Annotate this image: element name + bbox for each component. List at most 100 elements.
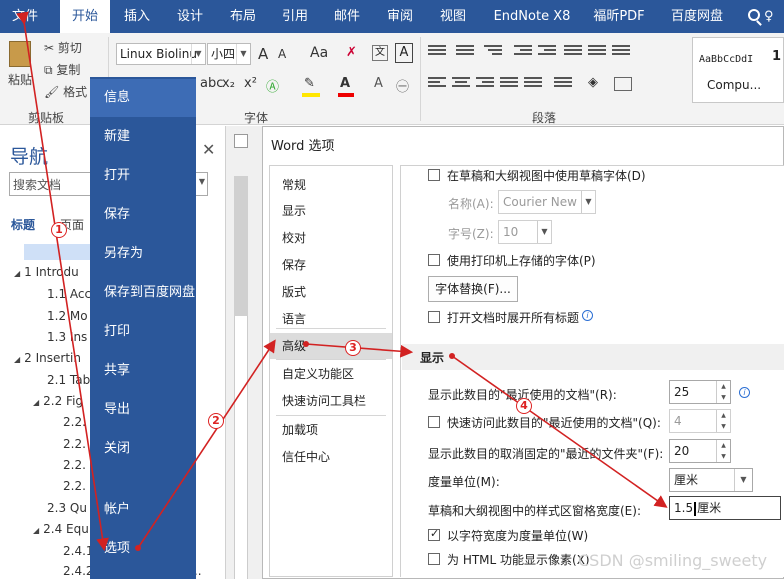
unpinned-folders-spinner[interactable]: 20 ▲ ▼ bbox=[669, 439, 731, 463]
sort-icon[interactable] bbox=[588, 45, 606, 59]
char-width-checkbox[interactable] bbox=[428, 527, 440, 541]
category-advanced[interactable]: 高级 bbox=[270, 333, 392, 359]
file-menu-options[interactable]: 选项 bbox=[90, 530, 196, 568]
copy-button[interactable]: ⧉ 复制 bbox=[44, 61, 80, 78]
nav-heading[interactable]: 2.2. bbox=[63, 458, 86, 472]
chinese-layout-icon[interactable] bbox=[564, 45, 582, 59]
decrease-indent-icon[interactable] bbox=[514, 45, 532, 59]
category-customize-ribbon[interactable]: 自定义功能区 bbox=[270, 361, 392, 387]
multilevel-list-icon[interactable] bbox=[484, 45, 502, 59]
category-proofing[interactable]: 校对 bbox=[270, 225, 392, 251]
file-menu-save-as[interactable]: 另存为 bbox=[90, 235, 196, 273]
nav-heading[interactable]: 2.4.1 bbox=[63, 544, 94, 558]
file-menu-new[interactable]: 新建 bbox=[90, 118, 196, 156]
font-name-combo[interactable]: Linux Biolinu ▼ bbox=[116, 43, 206, 65]
nav-heading[interactable]: ◢ 2.4 Equ bbox=[33, 522, 89, 536]
tell-me-stub[interactable]: ♀ bbox=[764, 0, 774, 33]
measurement-unit-select[interactable]: 厘米 ▼ bbox=[669, 468, 753, 492]
change-case-icon[interactable]: Aa bbox=[310, 45, 328, 61]
info-icon[interactable]: i bbox=[739, 387, 750, 398]
font-size-combo[interactable]: 小四 ▼ bbox=[207, 43, 251, 65]
nav-heading[interactable]: 2.3 Qu bbox=[47, 501, 87, 515]
file-menu-share[interactable]: 共享 bbox=[90, 352, 196, 390]
tab-home[interactable]: 开始 bbox=[60, 0, 110, 33]
tab-insert[interactable]: 插入 bbox=[112, 0, 162, 33]
file-menu-close[interactable]: 关闭 bbox=[90, 430, 196, 468]
file-menu-save[interactable]: 保存 bbox=[90, 196, 196, 234]
shrink-font-icon[interactable]: A bbox=[278, 47, 286, 61]
tab-review[interactable]: 审阅 bbox=[375, 0, 425, 33]
nav-heading[interactable]: ◢ 2 Insertin bbox=[14, 351, 81, 365]
align-center-icon[interactable] bbox=[452, 77, 470, 91]
justify-icon[interactable] bbox=[500, 77, 518, 91]
category-general[interactable]: 常规 bbox=[270, 172, 392, 198]
tab-layout[interactable]: 布局 bbox=[218, 0, 268, 33]
line-spacing-icon[interactable] bbox=[554, 77, 572, 91]
info-icon[interactable]: i bbox=[582, 310, 593, 321]
quick-access-checkbox[interactable] bbox=[428, 416, 440, 428]
nav-heading[interactable]: 2.1 Tab bbox=[47, 373, 90, 387]
format-painter-button[interactable]: 🖌 格式 bbox=[44, 83, 87, 100]
align-right-icon[interactable] bbox=[476, 77, 494, 91]
file-menu-info[interactable]: 信息 bbox=[90, 79, 196, 117]
nav-selected-heading[interactable] bbox=[24, 244, 94, 260]
category-display[interactable]: 显示 bbox=[270, 198, 392, 224]
cut-button[interactable]: ✂ 剪切 bbox=[44, 39, 82, 56]
file-menu-open[interactable]: 打开 bbox=[90, 157, 196, 195]
char-shading-icon[interactable]: A bbox=[374, 76, 383, 91]
distributed-icon[interactable] bbox=[524, 77, 542, 91]
bullets-icon[interactable] bbox=[428, 45, 446, 59]
category-typography[interactable]: 版式 bbox=[270, 279, 392, 305]
category-save[interactable]: 保存 bbox=[270, 252, 392, 278]
style-next-preview[interactable]: 1 bbox=[772, 49, 781, 64]
nav-tab-headings[interactable]: 标题 bbox=[11, 216, 35, 233]
increase-indent-icon[interactable] bbox=[538, 45, 556, 59]
text-effects-icon[interactable]: Ⓐ bbox=[266, 76, 279, 95]
close-icon[interactable]: ✕ bbox=[202, 140, 215, 159]
tab-mailings[interactable]: 邮件 bbox=[322, 0, 372, 33]
expand-headings-checkbox[interactable] bbox=[428, 311, 440, 323]
html-pixels-checkbox[interactable] bbox=[428, 553, 440, 565]
tab-references[interactable]: 引用 bbox=[270, 0, 320, 33]
file-menu-print[interactable]: 打印 bbox=[90, 313, 196, 351]
enclose-char-icon[interactable]: ㊀ bbox=[396, 76, 409, 95]
nav-heading[interactable]: ◢ 2.2 Fig bbox=[33, 394, 83, 408]
file-menu-export[interactable]: 导出 bbox=[90, 391, 196, 429]
nav-heading[interactable]: ◢ 1 Introdu bbox=[14, 265, 79, 279]
numbering-icon[interactable] bbox=[456, 45, 474, 59]
shading-icon[interactable]: ◈ bbox=[588, 75, 598, 90]
borders-icon[interactable] bbox=[614, 77, 632, 91]
category-add-ins[interactable]: 加载项 bbox=[270, 417, 392, 443]
draft-font-checkbox[interactable] bbox=[428, 169, 440, 181]
nav-heading[interactable]: 1.1 Acc bbox=[47, 287, 91, 301]
subscript-icon[interactable]: x₂ bbox=[222, 76, 235, 91]
ruler-margin[interactable] bbox=[234, 176, 248, 316]
tab-view[interactable]: 视图 bbox=[428, 0, 478, 33]
font-color-icon[interactable]: A bbox=[340, 76, 350, 91]
show-marks-icon[interactable] bbox=[612, 45, 630, 59]
recent-docs-spinner[interactable]: 25 ▲ ▼ bbox=[669, 380, 731, 404]
font-substitution-button[interactable]: 字体替换(F)... bbox=[428, 276, 518, 302]
file-menu-account[interactable]: 帐户 bbox=[90, 491, 196, 529]
grow-font-icon[interactable]: A bbox=[258, 45, 268, 63]
tab-baidu-netdisk[interactable]: 百度网盘 bbox=[660, 0, 734, 33]
superscript-icon[interactable]: x² bbox=[244, 76, 257, 91]
character-border-icon[interactable]: A bbox=[395, 43, 413, 63]
printer-fonts-checkbox[interactable] bbox=[428, 254, 440, 266]
nav-heading[interactable]: 1.3 Ins bbox=[47, 330, 87, 344]
nav-heading[interactable]: 2.2. bbox=[63, 437, 86, 451]
highlighter-icon[interactable]: ✎ bbox=[304, 76, 315, 91]
clear-format-icon[interactable]: ✗ bbox=[346, 45, 357, 60]
category-trust-center[interactable]: 信任中心 bbox=[270, 444, 392, 470]
nav-heading[interactable]: 1.2 Mo bbox=[47, 309, 88, 323]
styles-gallery[interactable]: AaBbCcDdI Compu... bbox=[692, 37, 784, 103]
tab-endnote[interactable]: EndNote X8 bbox=[488, 0, 576, 33]
strikethrough-icon[interactable]: abc bbox=[200, 76, 223, 91]
nav-heading[interactable]: 2.2. bbox=[63, 415, 86, 429]
file-menu-save-baidu[interactable]: 保存到百度网盘 bbox=[90, 274, 196, 312]
paste-button[interactable]: 粘贴 bbox=[8, 71, 32, 88]
style-area-width-input[interactable]: 1.5 厘米 bbox=[669, 496, 781, 520]
quick-access-spinner[interactable]: 4 ▲ ▼ bbox=[669, 409, 731, 433]
category-quick-access-toolbar[interactable]: 快速访问工具栏 bbox=[270, 388, 392, 414]
tab-foxit-pdf[interactable]: 福昕PDF bbox=[584, 0, 654, 33]
